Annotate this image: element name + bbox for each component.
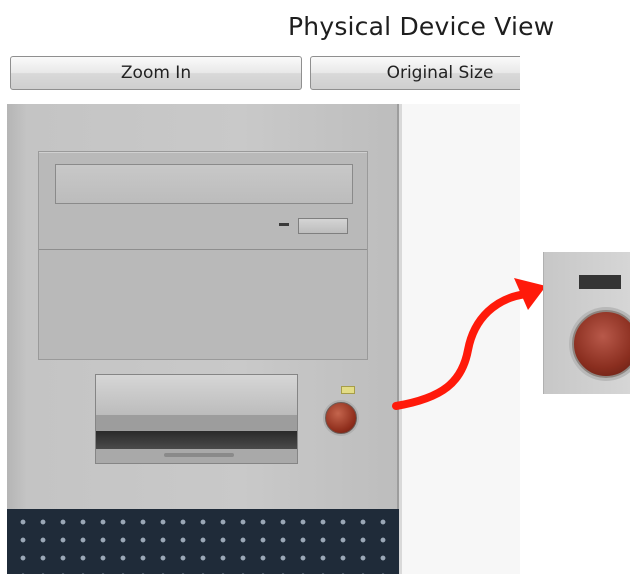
- cd-drive-tray[interactable]: [55, 164, 353, 204]
- vent-grille: [7, 509, 399, 574]
- cd-eject-button[interactable]: [298, 218, 348, 234]
- floppy-band: [96, 415, 297, 431]
- bay-divider: [39, 249, 367, 250]
- power-led-icon: [341, 386, 355, 394]
- zoomed-power-button-icon[interactable]: [572, 310, 630, 378]
- page-title: Physical Device View: [288, 12, 555, 41]
- optical-drive-bay: [38, 151, 368, 360]
- zoom-in-button[interactable]: Zoom In: [10, 56, 302, 90]
- floppy-faceplate: [96, 375, 297, 415]
- zoomed-power-button-view: [543, 252, 630, 394]
- floppy-drive[interactable]: [95, 374, 298, 464]
- toolbar: Zoom In Original Size: [10, 56, 520, 92]
- power-button-icon[interactable]: [325, 402, 357, 434]
- floppy-eject-button[interactable]: [164, 453, 234, 457]
- original-size-button[interactable]: Original Size: [310, 56, 520, 90]
- zoomed-power-led-icon: [579, 275, 621, 289]
- pc-tower-front: [7, 104, 402, 574]
- cd-drive-activity-icon: [279, 223, 289, 226]
- curved-callout-arrow-icon: [392, 278, 546, 410]
- floppy-slot: [96, 431, 297, 449]
